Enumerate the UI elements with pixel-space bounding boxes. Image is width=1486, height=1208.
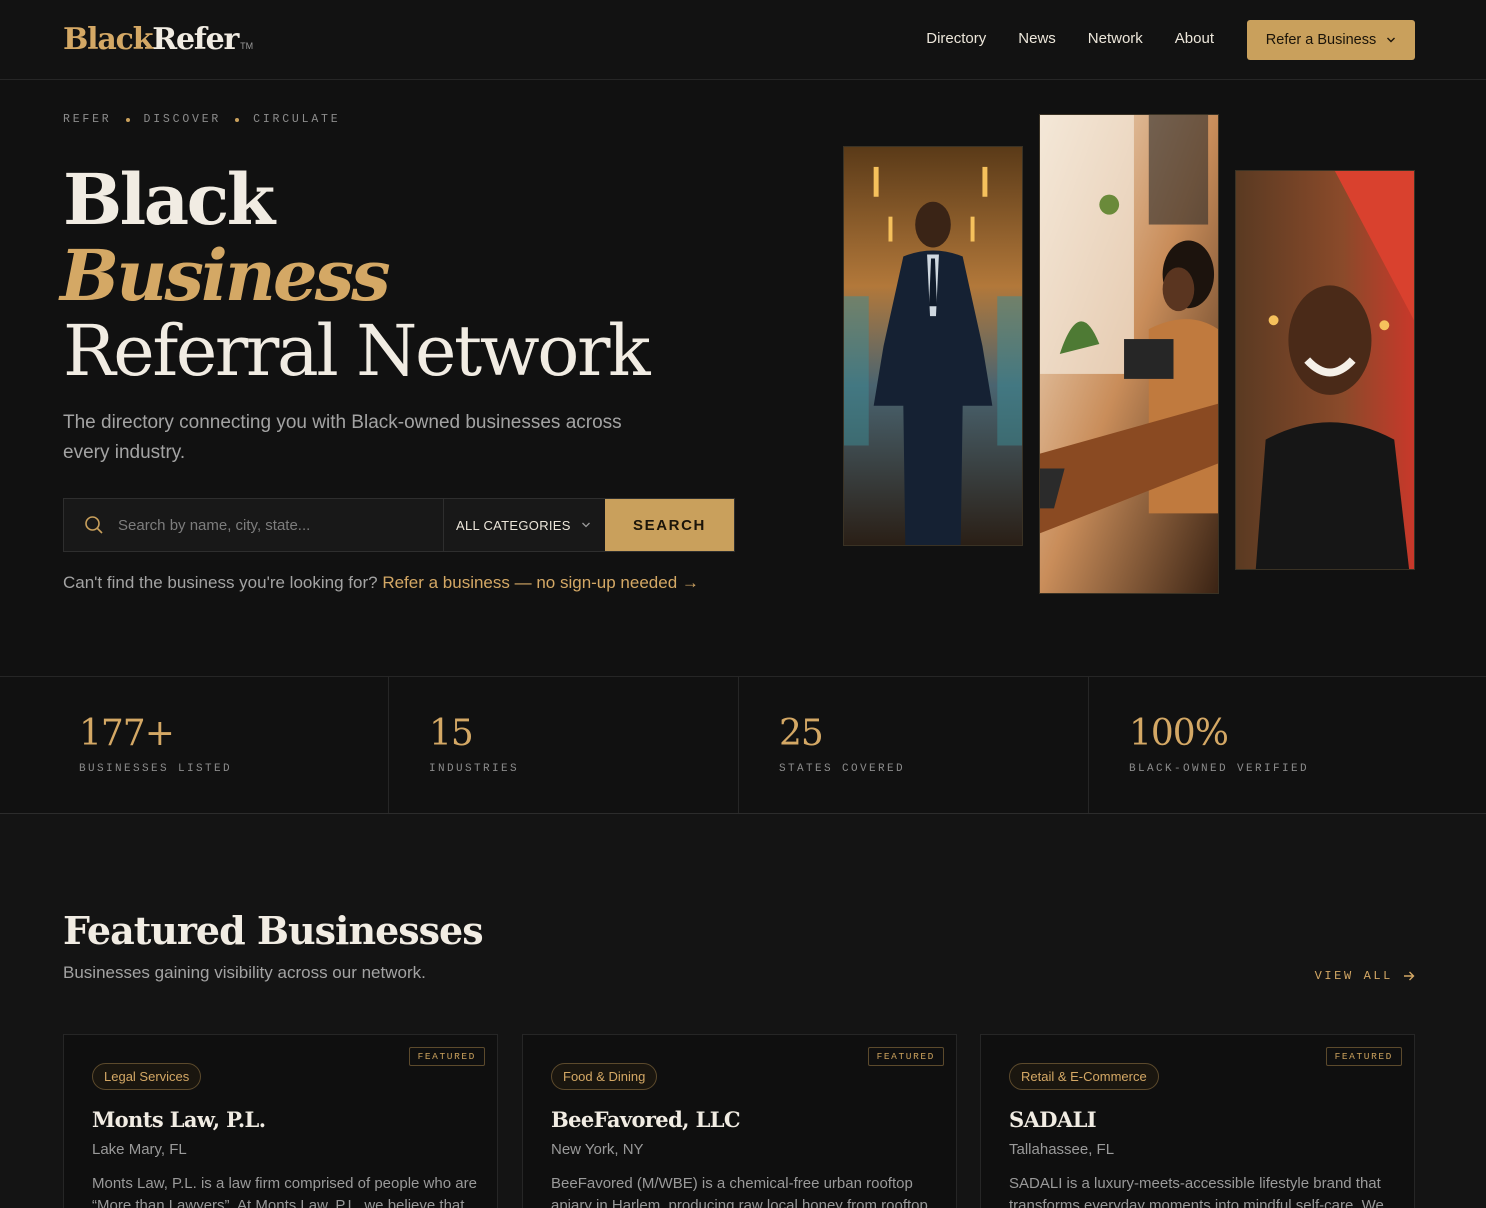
hero-title-line-2: Business (60, 234, 391, 317)
stat-label: STATES COVERED (779, 763, 906, 775)
business-name[interactable]: Monts Law, P.L. (92, 1107, 266, 1132)
search-icon (85, 516, 103, 534)
business-location: Lake Mary, FL (92, 1141, 187, 1158)
eyebrow-circulate: CIRCULATE (253, 113, 341, 126)
refer-business-link[interactable]: Refer a business — no sign-up needed → (382, 573, 699, 592)
eyebrow-dot (235, 117, 240, 122)
stat-value: 100% (1129, 713, 1229, 754)
stat-label: BLACK-OWNED VERIFIED (1129, 763, 1310, 775)
hero-title-line-3: Referral Network (63, 310, 651, 392)
arrow-right-icon (1404, 971, 1415, 981)
top-nav: BlackRefer TM Directory News Network Abou… (0, 0, 1486, 80)
nav-link-news[interactable]: News (1018, 30, 1056, 47)
featured-badge: FEATURED (408, 1047, 485, 1066)
logo-part-black: Black (63, 22, 153, 57)
hero-subtitle: The directory connecting you with Black-… (63, 412, 622, 463)
search-field[interactable] (64, 499, 444, 551)
view-all-link[interactable]: VIEW ALL (1315, 969, 1415, 983)
hero-photo-woman-laptop (1039, 114, 1219, 594)
business-name[interactable]: BeeFavored, LLC (551, 1107, 741, 1132)
chevron-down-icon (582, 522, 590, 528)
refer-business-button[interactable]: Refer a Business (1247, 20, 1415, 60)
chevron-down-icon (1387, 37, 1396, 43)
category-tag[interactable]: Legal Services (92, 1063, 202, 1090)
view-all-label: VIEW ALL (1314, 969, 1393, 983)
stat-businesses: 177+ BUSINESSES LISTED (0, 677, 389, 813)
business-card-monts-law[interactable]: FEATURED Legal Services Monts Law, P.L. … (63, 1034, 498, 1208)
cant-find-text: Can't find the business you're looking f… (63, 573, 378, 592)
featured-subtitle: Businesses gaining visibility across our… (63, 963, 426, 982)
stat-verified: 100% BLACK-OWNED VERIFIED (1088, 677, 1486, 813)
stat-industries: 15 INDUSTRIES (388, 677, 739, 813)
logo-part-refer: Refer (152, 22, 239, 57)
stat-value: 15 (429, 713, 474, 754)
stat-label: BUSINESSES LISTED (79, 763, 233, 775)
category-select[interactable]: ALL CATEGORIES (444, 499, 605, 551)
stat-label: INDUSTRIES (429, 763, 520, 775)
hero-eyebrow: REFER DISCOVER CIRCULATE (63, 113, 340, 126)
featured-badge: FEATURED (1325, 1047, 1402, 1066)
refer-business-label: Refer a Business (1265, 32, 1377, 48)
search-input[interactable] (118, 516, 418, 534)
eyebrow-discover: DISCOVER (143, 113, 222, 126)
business-card-beefavored[interactable]: FEATURED Food & Dining BeeFavored, LLC N… (522, 1034, 957, 1208)
search-bar: ALL CATEGORIES SEARCH (63, 498, 735, 552)
eyebrow-refer: REFER (63, 113, 112, 126)
stat-value: 177+ (79, 713, 175, 754)
nav-links: Directory News Network About (926, 30, 1214, 47)
business-description: BeeFavored (M/WBE) is a chemical-free ur… (551, 1175, 928, 1208)
category-tag[interactable]: Retail & E-Commerce (1009, 1063, 1159, 1090)
cant-find-line: Can't find the business you're looking f… (63, 573, 699, 593)
business-location: Tallahassee, FL (1009, 1141, 1115, 1158)
brand-logo[interactable]: BlackRefer TM (63, 22, 253, 57)
eyebrow-dot (125, 117, 130, 122)
business-description: Monts Law, P.L. is a law firm comprised … (92, 1175, 477, 1208)
business-name[interactable]: SADALI (1009, 1107, 1097, 1132)
stats-bar: 177+ BUSINESSES LISTED 15 INDUSTRIES 25 … (0, 676, 1486, 814)
stat-states: 25 STATES COVERED (738, 677, 1089, 813)
nav-link-directory[interactable]: Directory (926, 30, 986, 47)
business-location: New York, NY (551, 1141, 644, 1158)
search-button[interactable]: SEARCH (605, 499, 734, 551)
business-description: SADALI is a luxury-meets-accessible life… (1009, 1175, 1384, 1208)
business-card-sadali[interactable]: FEATURED Retail & E-Commerce SADALI Tall… (980, 1034, 1415, 1208)
category-tag[interactable]: Food & Dining (551, 1063, 658, 1090)
hero-photo-businessman (843, 146, 1023, 546)
logo-trademark: TM (240, 41, 254, 51)
category-select-value: ALL CATEGORIES (456, 517, 571, 533)
featured-title: Featured Businesses (63, 908, 484, 953)
nav-link-about[interactable]: About (1175, 30, 1214, 47)
hero-photo-smiling-man (1235, 170, 1415, 570)
stat-value: 25 (779, 713, 824, 754)
featured-badge: FEATURED (867, 1047, 944, 1066)
nav-link-network[interactable]: Network (1088, 30, 1143, 47)
hero-title-line-1: Black (63, 158, 275, 241)
